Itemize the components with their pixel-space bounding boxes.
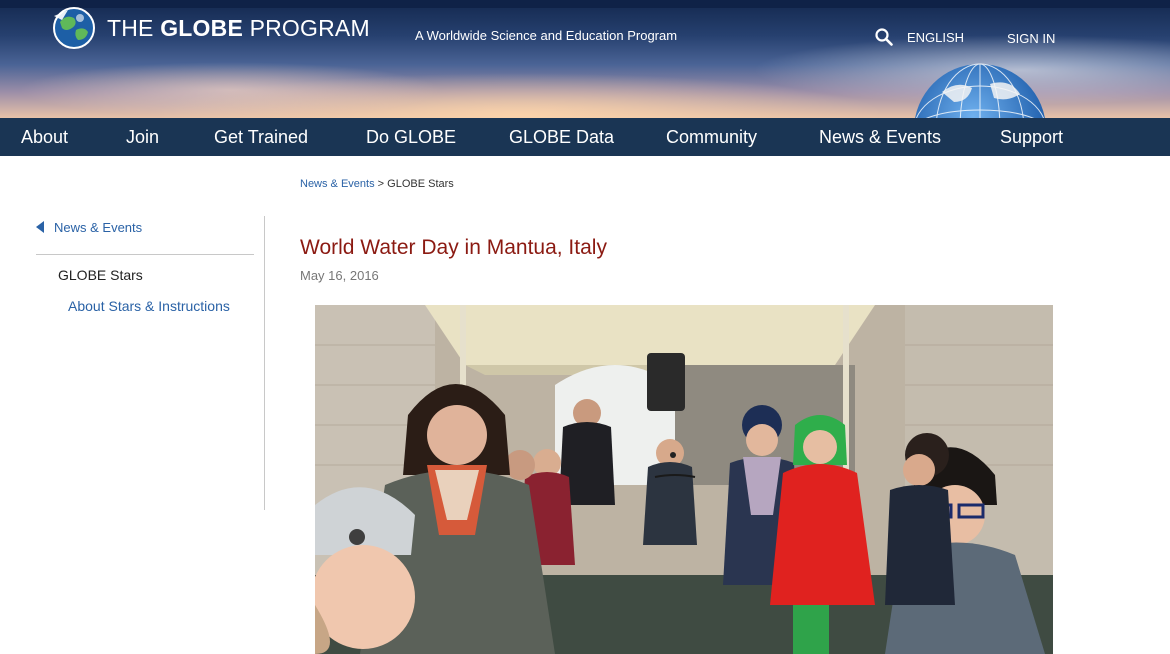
article-date: May 16, 2016 (300, 268, 379, 283)
nav-about[interactable]: About (21, 118, 68, 156)
brand-bold: GLOBE (160, 15, 243, 41)
breadcrumb-parent-link[interactable]: News & Events (300, 178, 375, 190)
breadcrumb-current: GLOBE Stars (387, 178, 454, 190)
page-title: World Water Day in Mantua, Italy (300, 236, 607, 259)
breadcrumb: News & Events > GLOBE Stars (300, 178, 454, 190)
nav-support[interactable]: Support (1000, 118, 1063, 156)
header-banner: THE GLOBE PROGRAM A Worldwide Science an… (0, 0, 1170, 118)
brand-name[interactable]: THE GLOBE PROGRAM (107, 15, 370, 42)
sidebar: News & Events GLOBE Stars About Stars & … (36, 216, 265, 510)
article-photo (315, 305, 1053, 654)
nav-news-events[interactable]: News & Events (819, 118, 941, 156)
brand-prefix: THE (107, 15, 161, 41)
nav-join[interactable]: Join (126, 118, 159, 156)
sign-in-link[interactable]: SIGN IN (1007, 31, 1055, 46)
tagline: A Worldwide Science and Education Progra… (415, 28, 678, 43)
sidebar-divider (36, 254, 254, 255)
nav-get-trained[interactable]: Get Trained (214, 118, 308, 156)
sidebar-item-about-stars[interactable]: About Stars & Instructions (68, 298, 230, 314)
globe-logo-icon[interactable] (48, 6, 100, 50)
brand-suffix: PROGRAM (242, 15, 370, 41)
nav-globe-data[interactable]: GLOBE Data (509, 118, 614, 156)
back-arrow-icon (36, 221, 44, 233)
language-selector[interactable]: ENGLISH (907, 30, 964, 45)
nav-community[interactable]: Community (666, 118, 757, 156)
nav-do-globe[interactable]: Do GLOBE (366, 118, 456, 156)
main-nav: About Join Get Trained Do GLOBE GLOBE Da… (0, 118, 1170, 156)
sidebar-back-link[interactable]: News & Events (36, 220, 142, 235)
sidebar-back-label: News & Events (54, 220, 143, 235)
sidebar-item-globe-stars[interactable]: GLOBE Stars (58, 267, 143, 283)
search-icon[interactable] (875, 28, 893, 46)
breadcrumb-separator: > (374, 178, 388, 190)
globe-graphic-icon (915, 63, 1045, 118)
